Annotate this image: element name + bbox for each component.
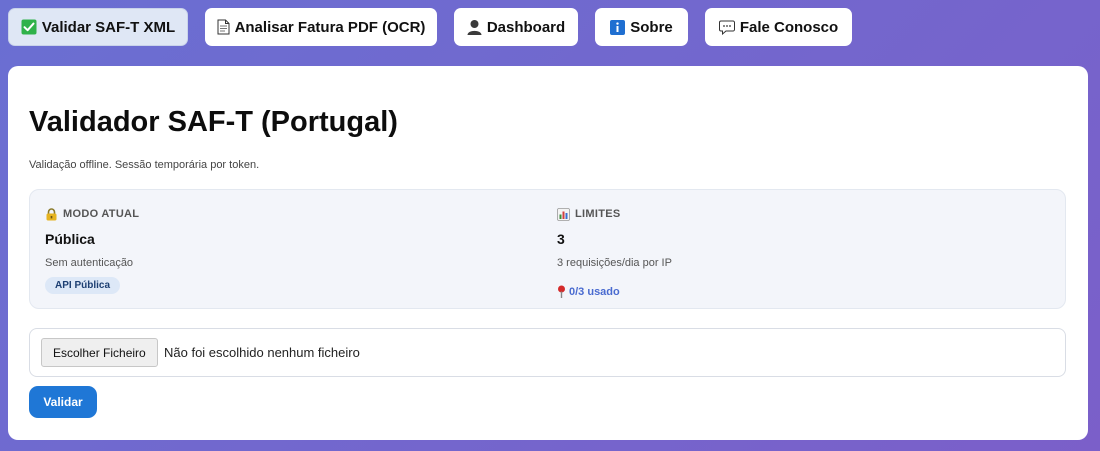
file-status-text: Não foi escolhido nenhum ficheiro [164,345,360,360]
nav-fale-conosco-button[interactable]: Fale Conosco [705,8,852,46]
nav-dashboard-button[interactable]: Dashboard [454,8,578,46]
status-panel: MODO ATUAL Pública Sem autenticação API … [29,189,1066,309]
api-badge: API Pública [45,277,121,294]
mode-section: MODO ATUAL Pública Sem autenticação API … [45,207,139,294]
validate-button[interactable]: Validar [29,386,97,418]
limits-heading-label: LIMITES [575,208,621,220]
mode-note: Sem autenticação [45,257,134,269]
nav-item-label: Analisar Fatura PDF (OCR) [234,18,426,36]
mode-value: Pública [45,231,95,247]
limits-heading: LIMITES [557,207,672,221]
file-upload-field[interactable]: Escolher Ficheiro Não foi escolhido nenh… [29,328,1066,377]
document-icon [217,19,230,35]
chat-icon [718,20,735,35]
pin-icon [557,285,566,298]
mode-heading-label: MODO ATUAL [63,208,140,220]
nav-validar-saft-button[interactable]: Validar SAF-T XML [8,8,188,46]
check-icon [21,19,37,35]
nav-sobre-button[interactable]: Sobre [595,8,688,46]
main-card: Validador SAF-T (Portugal) Validação off… [8,66,1088,440]
usage-indicator: 0/3 usado [557,285,672,298]
page-title: Validador SAF-T (Portugal) [29,106,398,138]
lock-icon [45,207,58,221]
info-icon [610,19,626,35]
bar-chart-icon [557,207,570,221]
nav-item-label: Dashboard [486,18,566,36]
choose-file-button[interactable]: Escolher Ficheiro [41,338,158,367]
limits-value: 3 [557,231,565,247]
nav-item-label: Validar SAF-T XML [41,18,176,36]
nav-item-label: Sobre [630,18,673,36]
nav-item-label: Fale Conosco [739,18,839,36]
page-subtitle: Validação offline. Sessão temporária por… [29,159,260,171]
usage-label: 0/3 usado [569,285,620,298]
limits-note: 3 requisições/dia por IP [557,257,672,269]
mode-heading: MODO ATUAL [45,207,139,221]
limits-section: LIMITES 3 3 requisições/dia por IP 0/3 u… [557,207,672,298]
nav-analisar-fatura-button[interactable]: Analisar Fatura PDF (OCR) [205,8,437,46]
user-icon [467,19,482,35]
